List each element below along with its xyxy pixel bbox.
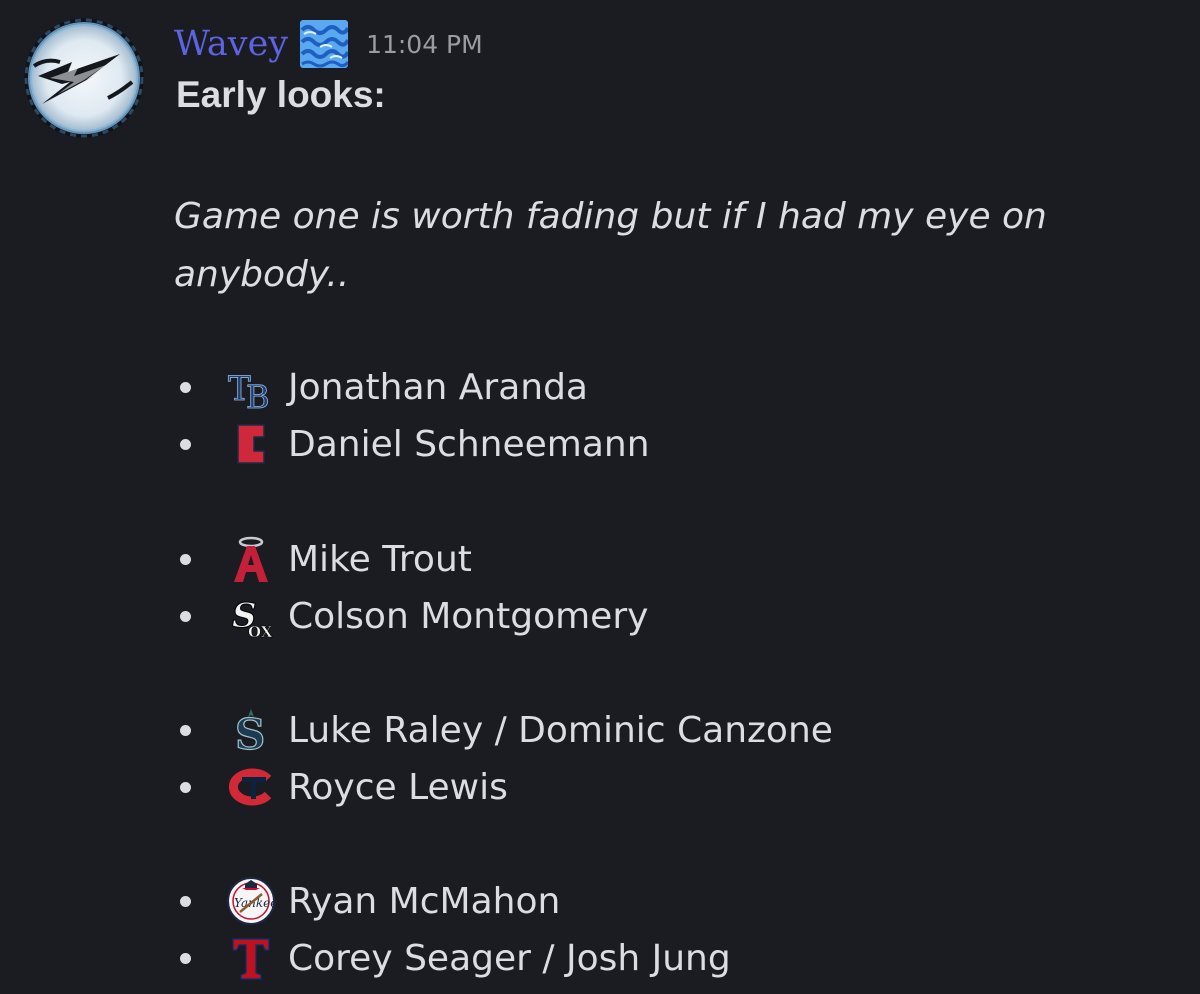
bullet [174, 530, 196, 588]
svg-text:Yankees: Yankees [234, 896, 276, 910]
wave-emoji-icon [300, 20, 349, 68]
svg-text:OX: OX [248, 623, 273, 641]
player-name: Jonathan Aranda [288, 366, 588, 408]
guardians-logo-icon [226, 419, 276, 469]
list-item: Corey Seager / Josh Jung [174, 929, 731, 987]
chat-message: Wavey 11:04 PM Early looks: Game one is … [0, 0, 1200, 994]
svg-text:B: B [246, 378, 270, 412]
player-name: Ryan McMahon [288, 880, 561, 922]
list-item: Royce Lewis [174, 758, 508, 816]
player-name: Royce Lewis [288, 766, 508, 808]
message-intro: Game one is worth fading but if I had my… [174, 196, 1047, 295]
message-title: Early looks: [176, 74, 386, 115]
bullet [174, 701, 196, 759]
player-name: Corey Seager / Josh Jung [288, 937, 731, 979]
list-item: T B Jonathan Aranda [174, 358, 588, 416]
author-name[interactable]: Wavey [174, 24, 288, 64]
player-name: Colson Montgomery [288, 595, 649, 637]
player-name: Daniel Schneemann [288, 423, 650, 465]
bullet [174, 415, 196, 473]
list-item: Daniel Schneemann [174, 415, 650, 473]
list-item: S OX Colson Montgomery [174, 587, 649, 645]
svg-text:S: S [235, 710, 265, 755]
yankees-logo-icon: Yankees [226, 876, 276, 926]
list-item: Yankees Ryan McMahon [174, 872, 560, 930]
bullet [174, 758, 196, 816]
twins-logo-icon [226, 762, 276, 812]
message-header: Wavey 11:04 PM [174, 20, 483, 68]
player-name: Luke Raley / Dominic Canzone [288, 709, 833, 751]
avatar[interactable] [24, 18, 144, 138]
mariners-logo-icon: S [226, 705, 276, 755]
white-sox-logo-icon: S OX [226, 591, 276, 642]
list-item: S Luke Raley / Dominic Canzone [174, 701, 833, 759]
lightning-avatar-icon [24, 18, 144, 138]
message-timestamp[interactable]: 11:04 PM [366, 30, 483, 59]
angels-logo-icon [226, 534, 276, 584]
player-name: Mike Trout [288, 538, 472, 580]
bullet [174, 929, 196, 987]
bullet [174, 872, 196, 930]
bullet [174, 358, 196, 416]
rays-logo-icon: T B [226, 362, 276, 412]
bullet [174, 587, 196, 645]
rangers-logo-icon [226, 933, 276, 983]
list-item: Mike Trout [174, 530, 472, 588]
